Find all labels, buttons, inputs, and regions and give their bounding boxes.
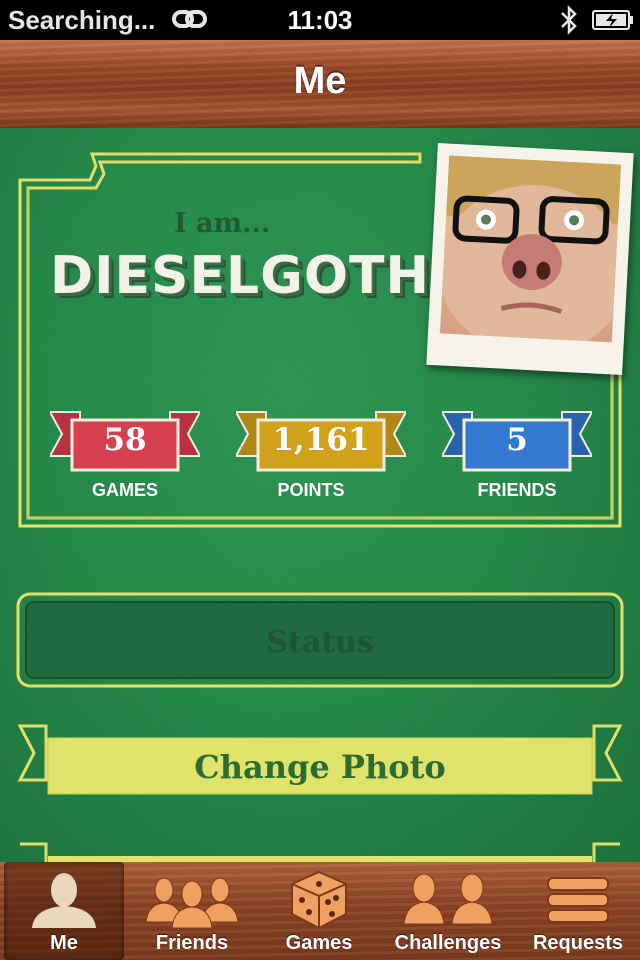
tab-requests-label: Requests <box>532 932 624 954</box>
tab-games[interactable]: Games <box>262 862 376 960</box>
navigation-bar: Me <box>0 40 640 128</box>
tab-bar: Me Friends Games Challenges Requests <box>0 862 640 960</box>
tab-challenges-label: Challenges <box>394 932 502 954</box>
tab-friends[interactable]: Friends <box>130 862 254 960</box>
tab-me[interactable]: Me <box>4 862 124 960</box>
main-content[interactable]: I am... DIESELGOTH 58 GAMES 1,161 POINTS… <box>0 128 640 862</box>
status-button-label: Status <box>266 625 374 660</box>
friends-label: FRIENDS <box>477 480 557 500</box>
games-label: GAMES <box>91 480 158 500</box>
points-count: 1,161 <box>272 422 370 458</box>
tab-requests[interactable]: Requests <box>520 862 636 960</box>
stat-friends[interactable]: 5 FRIENDS <box>442 410 592 530</box>
page-title: Me <box>293 60 347 102</box>
challenges-icon <box>403 873 493 925</box>
friends-count: 5 <box>506 422 528 458</box>
profile-photo[interactable] <box>426 143 634 375</box>
change-photo-button[interactable]: Change Photo <box>48 748 592 786</box>
tab-challenges[interactable]: Challenges <box>384 862 512 960</box>
points-label: POINTS <box>277 480 345 500</box>
clock-text: 11:03 <box>287 5 353 35</box>
stat-games[interactable]: 58 GAMES <box>50 410 200 530</box>
battery-icon <box>592 10 633 30</box>
face-image <box>438 155 629 356</box>
requests-icon <box>547 877 609 923</box>
person-icon <box>32 873 96 928</box>
tab-friends-label: Friends <box>155 932 229 954</box>
stat-points[interactable]: 1,161 POINTS <box>236 410 406 530</box>
username: DIESELGOTH <box>50 246 431 306</box>
games-count: 58 <box>103 422 147 458</box>
people-icon <box>145 877 239 929</box>
bluetooth-icon <box>561 4 577 36</box>
intro-text: I am... <box>174 208 271 239</box>
status-bar: Searching... 11:03 <box>0 0 640 40</box>
dice-icon <box>291 870 347 930</box>
tab-games-label: Games <box>285 932 353 954</box>
avatar <box>438 155 629 356</box>
tab-me-label: Me <box>50 932 78 954</box>
